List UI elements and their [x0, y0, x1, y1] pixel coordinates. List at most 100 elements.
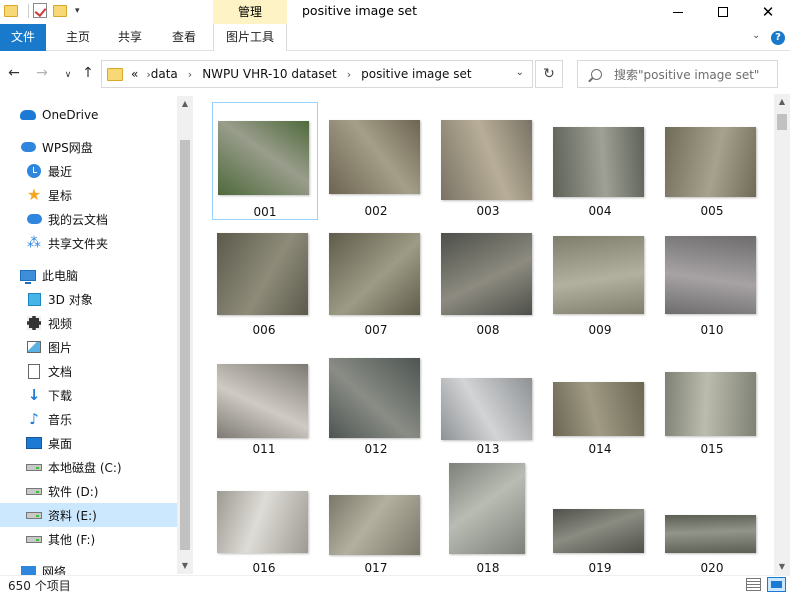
- tab-picture-tools[interactable]: 图片工具: [213, 24, 287, 51]
- sidebar-item-label: 音乐: [48, 412, 73, 427]
- maximize-button[interactable]: [700, 0, 746, 24]
- minimize-button[interactable]: [655, 0, 701, 24]
- sidebar-item-downloads[interactable]: ↓ 下载: [0, 383, 178, 407]
- recent-clock-icon: [26, 163, 42, 179]
- sidebar-item-label: OneDrive: [42, 108, 99, 122]
- scroll-down-arrow-icon[interactable]: ▼: [177, 558, 193, 574]
- new-folder-icon[interactable]: [53, 3, 69, 19]
- refresh-button[interactable]: ↻: [535, 60, 563, 88]
- search-input[interactable]: 搜索"positive image set": [577, 60, 778, 88]
- network-icon: [20, 563, 36, 575]
- folder-icon: [107, 67, 123, 81]
- file-item[interactable]: 003: [436, 102, 542, 220]
- file-item[interactable]: 014: [548, 340, 654, 458]
- sidebar-item-wps-cloud[interactable]: WPS网盘: [0, 135, 178, 159]
- tab-share[interactable]: 共享: [110, 24, 150, 51]
- forward-arrow-icon[interactable]: →: [34, 64, 50, 82]
- navigation-pane: OneDrive WPS网盘 最近 ★ 星标 我的云文档 ⁂ 共享文件夹 此电脑…: [0, 94, 193, 575]
- file-item[interactable]: 008: [436, 221, 542, 339]
- back-arrow-icon[interactable]: ←: [6, 64, 22, 82]
- file-item[interactable]: 020: [660, 459, 766, 575]
- window-title: positive image set: [302, 3, 418, 18]
- drive-icon: [26, 459, 42, 475]
- file-item[interactable]: 011: [212, 340, 318, 458]
- sidebar-item-videos[interactable]: 视频: [0, 311, 178, 335]
- expand-ribbon-chevron-icon[interactable]: ⌄: [752, 30, 760, 41]
- sidebar-item-cloud-docs[interactable]: 我的云文档: [0, 207, 178, 231]
- file-item[interactable]: 012: [324, 340, 430, 458]
- sidebar-item-onedrive[interactable]: OneDrive: [0, 103, 178, 127]
- sidebar-item-label: 文档: [48, 364, 73, 379]
- address-bar[interactable]: « › data › NWPU VHR-10 dataset › positiv…: [101, 60, 533, 88]
- close-icon: ✕: [761, 2, 775, 21]
- sidebar-item-recent[interactable]: 最近: [0, 159, 178, 183]
- scrollbar-thumb[interactable]: [777, 114, 787, 130]
- file-item[interactable]: 017: [324, 459, 430, 575]
- item-count: 650 个项目: [8, 579, 71, 593]
- large-icons-view-icon[interactable]: [767, 577, 786, 592]
- help-icon[interactable]: ?: [771, 31, 785, 45]
- address-dropdown-chevron-icon[interactable]: ⌄: [516, 67, 524, 78]
- file-item[interactable]: 007: [324, 221, 430, 339]
- breadcrumb-data[interactable]: data: [151, 67, 178, 81]
- file-item[interactable]: 005: [660, 102, 766, 220]
- manage-contextual-tab[interactable]: 管理: [213, 0, 287, 24]
- sidebar-item-pictures[interactable]: 图片: [0, 335, 178, 359]
- up-arrow-icon[interactable]: ↑: [80, 64, 96, 82]
- file-item[interactable]: 016: [212, 459, 318, 575]
- file-item[interactable]: 009: [548, 221, 654, 339]
- navigation-pane-scrollbar[interactable]: ▲ ▼: [177, 96, 193, 574]
- breadcrumb-overflow[interactable]: «: [131, 67, 138, 81]
- breadcrumb-dataset[interactable]: NWPU VHR-10 dataset: [202, 67, 337, 81]
- file-name: 007: [364, 323, 388, 337]
- customize-toolbar-chevron-icon[interactable]: ▾: [75, 6, 80, 16]
- file-item[interactable]: 015: [660, 340, 766, 458]
- scrollbar-thumb[interactable]: [180, 140, 190, 550]
- sidebar-item-documents[interactable]: 文档: [0, 359, 178, 383]
- scroll-up-arrow-icon[interactable]: ▲: [177, 96, 193, 112]
- image-thumbnail: [665, 236, 756, 314]
- file-item[interactable]: 010: [660, 221, 766, 339]
- file-item[interactable]: 004: [548, 102, 654, 220]
- drive-icon: [26, 507, 42, 523]
- file-list-scrollbar[interactable]: ▲ ▼: [774, 94, 790, 575]
- tab-file[interactable]: 文件: [0, 24, 46, 51]
- sidebar-item-music[interactable]: ♪ 音乐: [0, 407, 178, 431]
- sidebar-item-shared-folder[interactable]: ⁂ 共享文件夹: [0, 231, 178, 255]
- recent-locations-chevron-icon[interactable]: ∨: [60, 66, 76, 84]
- file-item[interactable]: 006: [212, 221, 318, 339]
- videos-icon: [26, 315, 42, 331]
- image-thumbnail: [329, 120, 420, 194]
- sidebar-item-label: 网络: [42, 564, 67, 576]
- file-item[interactable]: 013: [436, 340, 542, 458]
- sidebar-item-drive-e[interactable]: 资料 (E:): [0, 503, 178, 527]
- image-thumbnail: [553, 509, 644, 553]
- sidebar-item-network[interactable]: 网络: [0, 559, 178, 575]
- tab-home[interactable]: 主页: [58, 24, 98, 51]
- sidebar-item-drive-d[interactable]: 软件 (D:): [0, 479, 178, 503]
- sidebar-item-label: WPS网盘: [42, 140, 93, 155]
- details-view-icon[interactable]: [746, 578, 761, 591]
- tab-view[interactable]: 查看: [164, 24, 204, 51]
- scroll-down-arrow-icon[interactable]: ▼: [774, 559, 790, 575]
- sidebar-item-this-pc[interactable]: 此电脑: [0, 263, 178, 287]
- file-item[interactable]: 002: [324, 102, 430, 220]
- sidebar-item-drive-f[interactable]: 其他 (F:): [0, 527, 178, 551]
- file-item[interactable]: 001: [212, 102, 318, 220]
- close-button[interactable]: ✕: [745, 0, 790, 24]
- sidebar-item-drive-c[interactable]: 本地磁盘 (C:): [0, 455, 178, 479]
- properties-check-icon[interactable]: [33, 3, 49, 19]
- sidebar-item-3d-objects[interactable]: 3D 对象: [0, 287, 178, 311]
- file-name: 018: [476, 561, 500, 575]
- sidebar-item-desktop[interactable]: 桌面: [0, 431, 178, 455]
- file-item[interactable]: 019: [548, 459, 654, 575]
- sidebar-item-starred[interactable]: ★ 星标: [0, 183, 178, 207]
- file-item[interactable]: 018: [436, 459, 542, 575]
- breadcrumb-separator[interactable]: ›: [188, 68, 192, 81]
- minimize-icon: [673, 11, 683, 13]
- file-name: 014: [588, 442, 612, 456]
- scroll-up-arrow-icon[interactable]: ▲: [774, 94, 790, 110]
- breadcrumb-separator[interactable]: ›: [347, 68, 351, 81]
- shared-folder-icon: ⁂: [27, 235, 41, 251]
- breadcrumb-current-folder[interactable]: positive image set: [361, 67, 471, 81]
